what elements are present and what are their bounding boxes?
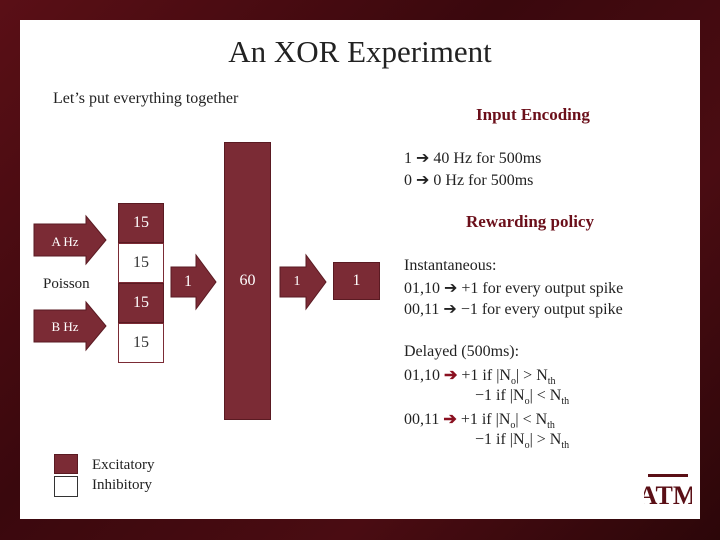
right-arrow-icon: ➔ xyxy=(444,367,458,384)
rewarding-policy-heading: Rewarding policy xyxy=(466,212,594,231)
legend-excitatory-swatch xyxy=(54,454,78,474)
delayed-line-1: 01,10 ➔ +1 if |No| > Nth xyxy=(404,365,556,387)
encoding-line-1: 1 ➔ 40 Hz for 500ms xyxy=(404,150,542,167)
encoding-line-2: 0 ➔ 0 Hz for 500ms xyxy=(404,172,534,189)
arrow2-label: 1 xyxy=(293,274,301,289)
delayed-line-4-text: −1 if |N xyxy=(475,431,525,448)
instantaneous-line-2: 00,11 ➔ −1 for every output spike xyxy=(404,301,623,318)
input-b-label: B Hz xyxy=(51,319,79,334)
delayed-line-3-text: +1 if |N xyxy=(460,411,511,428)
hidden-layer-count: 60 xyxy=(239,272,256,289)
arrow1-label: 1 xyxy=(184,273,192,290)
delayed-line-4-rel: | > N xyxy=(529,431,562,448)
instantaneous-label: Instantaneous: xyxy=(404,257,497,274)
input-a-label: A Hz xyxy=(51,234,79,249)
sub-th: th xyxy=(561,440,570,452)
layer1-excitatory-2: 15 xyxy=(118,283,164,323)
sub-th: th xyxy=(561,396,570,408)
hidden-layer: 60 xyxy=(224,142,271,420)
output-neuron: 1 xyxy=(333,262,380,300)
poisson-label: Poisson xyxy=(43,276,90,292)
atm-logo: ATM xyxy=(644,474,692,510)
slide: An XOR Experiment Let’s put everything t… xyxy=(20,20,700,519)
layer1-inhibitory-2: 15 xyxy=(118,323,164,363)
delayed-line-1-prefix: 01,10 xyxy=(404,367,440,384)
delayed-line-2: −1 if |No| < Nth xyxy=(475,387,569,407)
sub-th: th xyxy=(547,420,555,432)
legend-excitatory-label: Excitatory xyxy=(92,457,155,473)
instantaneous-line-1: 01,10 ➔ +1 for every output spike xyxy=(404,280,624,297)
delayed-label: Delayed (500ms): xyxy=(404,343,520,360)
delayed-line-3-prefix: 00,11 xyxy=(404,411,440,428)
delayed-line-1-rel: | > N xyxy=(515,367,548,384)
delayed-line-4: −1 if |No| > Nth xyxy=(475,431,569,451)
delayed-line-2-rel: | < N xyxy=(529,387,562,404)
delayed-line-1-text: +1 if |N xyxy=(461,367,511,384)
legend-inhibitory-label: Inhibitory xyxy=(92,477,152,493)
right-arrow-icon: ➔ xyxy=(443,411,457,428)
svg-text:ATM: ATM xyxy=(644,481,692,510)
layer1-excitatory-1: 15 xyxy=(118,203,164,243)
input-encoding-heading: Input Encoding xyxy=(476,105,590,124)
layer1-inhibitory-1: 15 xyxy=(118,243,164,283)
delayed-line-3: 00,11 ➔ +1 if |No| < Nth xyxy=(404,409,555,431)
legend-inhibitory-swatch xyxy=(54,476,78,497)
output-neuron-count: 1 xyxy=(352,272,361,289)
delayed-line-2-text: −1 if |N xyxy=(475,387,525,404)
delayed-line-3-rel: | < N xyxy=(515,411,548,428)
sub-th: th xyxy=(547,376,556,388)
